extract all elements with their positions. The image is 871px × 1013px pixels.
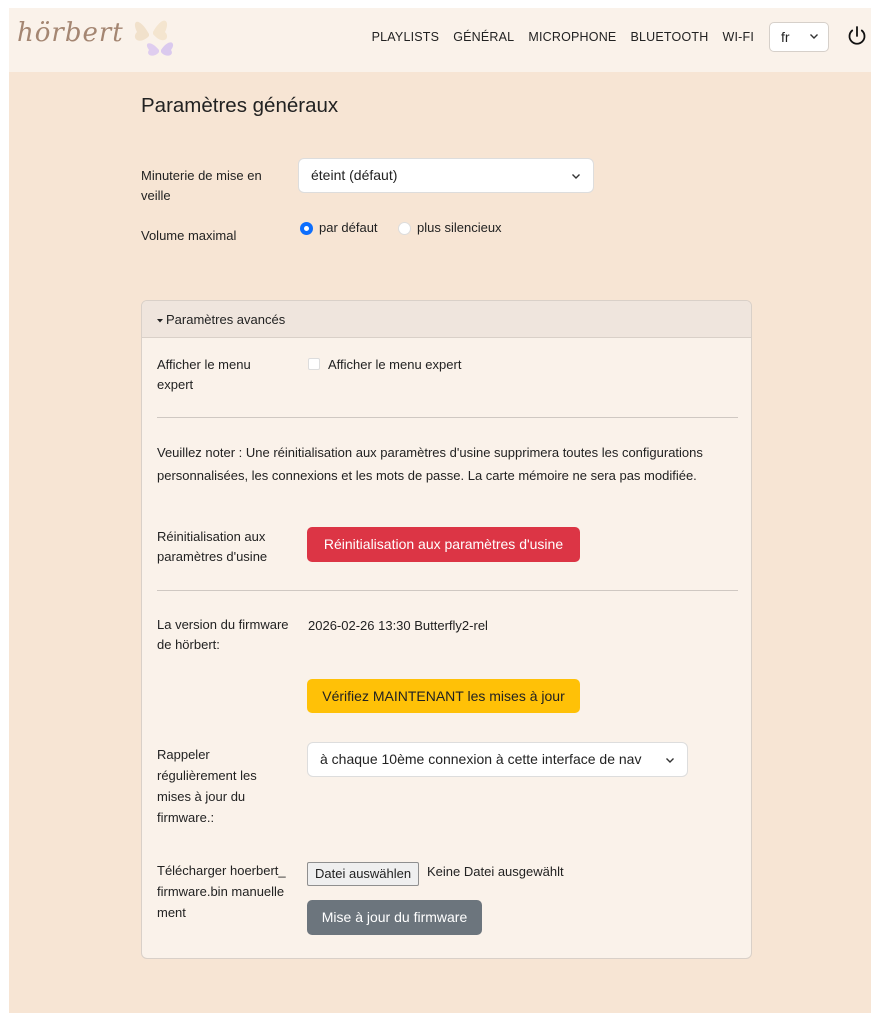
advanced-settings-toggle[interactable]: Paramètres avancés [142,301,751,338]
language-value: fr [781,29,790,45]
page-title: Paramètres généraux [141,94,339,117]
no-file-status: Keine Datei ausgewählt [427,864,564,879]
factory-reset-label: Réinitialisation aux paramètres d'usine [157,529,268,564]
settings-page: hörbert PLAYLISTS GÉNÉRAL MICROPHONE BLU… [9,8,871,1013]
expert-menu-label: Afficher le menu expert [157,357,251,392]
remind-updates-label: Rappeler régulièrement les mises à jour … [157,747,257,825]
reset-note: Veuillez noter : Une réinitialisation au… [157,445,703,483]
nav-bluetooth[interactable]: BLUETOOTH [623,30,715,44]
navbar: hörbert PLAYLISTS GÉNÉRAL MICROPHONE BLU… [9,8,871,72]
divider [157,590,738,591]
choose-file-button[interactable]: Datei auswählen [307,862,420,886]
chevron-down-icon [666,758,674,763]
chevron-down-icon [572,174,580,179]
factory-reset-button[interactable]: Réinitialisation aux paramètres d'usine [307,527,580,562]
volume-quieter-label[interactable]: plus silencieux [417,218,502,238]
hoerbert-logo[interactable]: hörbert [17,18,124,48]
max-volume-label: Volume maximal [141,228,237,243]
check-updates-button[interactable]: Vérifiez MAINTENANT les mises à jour [307,679,580,713]
firmware-version-value: 2026-02-26 13:30 Butterfly2-rel [308,618,488,633]
sleep-timer-label: Minuterie de mise en veille [141,168,262,203]
nav-microphone[interactable]: MICROPHONE [521,30,623,44]
nav-wifi[interactable]: WI-FI [715,30,761,44]
expert-menu-checkbox-label[interactable]: Afficher le menu expert [328,355,461,375]
sleep-timer-select[interactable]: éteint (défaut) [298,158,594,193]
sleep-timer-value: éteint (défaut) [311,167,398,183]
caret-down-icon [157,319,163,323]
firmware-version-label: La version du firmware de hörbert: [157,617,289,652]
language-select[interactable]: fr [769,22,829,52]
nav-links: PLAYLISTS GÉNÉRAL MICROPHONE BLUETOOTH W… [365,30,761,44]
butterfly-logo-icon [134,20,174,56]
chevron-down-icon [810,34,818,39]
power-icon[interactable] [847,25,867,47]
volume-quieter-radio[interactable] [398,222,411,235]
nav-playlists[interactable]: PLAYLISTS [365,30,447,44]
nav-general[interactable]: GÉNÉRAL [446,30,521,44]
advanced-settings-header: Paramètres avancés [166,312,286,327]
advanced-settings-header-wrap: Paramètres avancés [156,312,285,327]
volume-default-label[interactable]: par défaut [319,218,378,238]
remind-updates-value: à chaque 10ème connexion à cette interfa… [320,751,642,767]
update-firmware-button[interactable]: Mise à jour du firmware [307,900,482,935]
remind-updates-select[interactable]: à chaque 10ème connexion à cette interfa… [307,742,688,777]
expert-menu-checkbox[interactable] [308,358,320,370]
firmware-upload-label: Télécharger hoerbert_firmware.bin manuel… [157,863,286,920]
advanced-settings-card: Paramètres avancés Afficher le menu expe… [141,300,752,959]
volume-default-radio[interactable] [300,222,313,235]
divider [157,417,738,418]
